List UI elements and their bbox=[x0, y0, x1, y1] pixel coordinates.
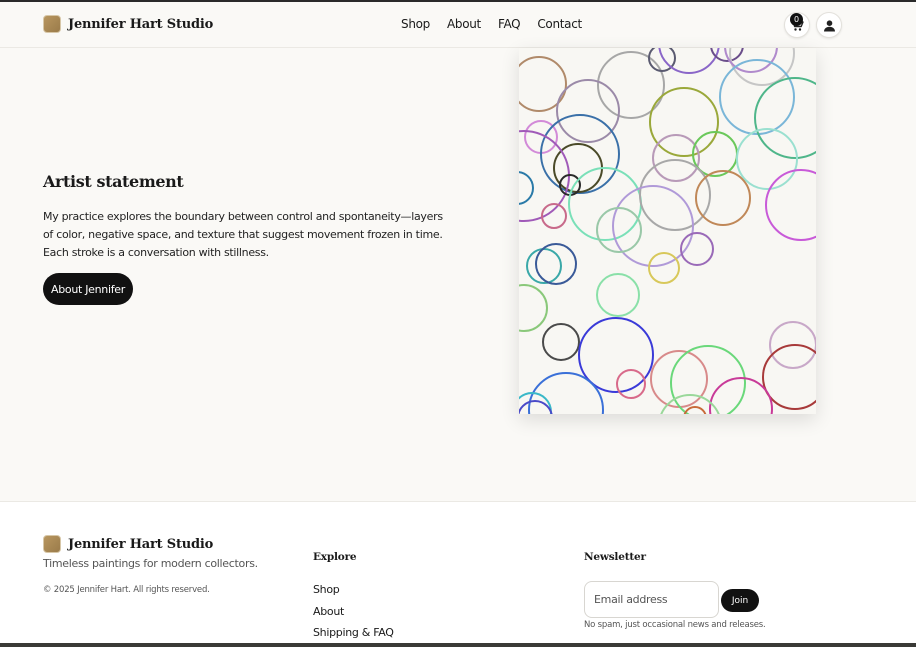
about-jennifer-button[interactable]: About Jennifer bbox=[43, 273, 133, 305]
footer-brand-name: Jennifer Hart Studio bbox=[68, 536, 214, 552]
footer-link-shop[interactable]: Shop bbox=[313, 583, 394, 605]
newsletter-heading: Newsletter bbox=[584, 551, 646, 563]
copyright-text: © 2025 Jennifer Hart. All rights reserve… bbox=[43, 585, 210, 595]
footer-link-about[interactable]: About bbox=[313, 605, 394, 627]
nav-faq[interactable]: FAQ bbox=[498, 17, 521, 31]
artwork-image bbox=[519, 48, 816, 414]
logo-icon bbox=[43, 535, 61, 553]
nav-about[interactable]: About bbox=[447, 17, 481, 31]
site-footer: Jennifer Hart Studio Timeless paintings … bbox=[0, 501, 916, 647]
nav-shop[interactable]: Shop bbox=[401, 17, 430, 31]
section-title: Artist statement bbox=[43, 172, 184, 191]
join-button[interactable]: Join bbox=[721, 589, 759, 612]
footer-tagline: Timeless paintings for modern collectors… bbox=[43, 557, 258, 570]
brand-name: Jennifer Hart Studio bbox=[68, 16, 214, 32]
bottom-strip bbox=[0, 643, 916, 647]
footer-brand[interactable]: Jennifer Hart Studio bbox=[43, 535, 213, 553]
account-button[interactable] bbox=[816, 12, 842, 38]
explore-heading: Explore bbox=[313, 551, 357, 563]
brand-link[interactable]: Jennifer Hart Studio bbox=[43, 15, 213, 33]
main-nav: Shop About FAQ Contact bbox=[401, 17, 599, 31]
logo-icon bbox=[43, 15, 61, 33]
cart-count-badge: 0 bbox=[790, 13, 803, 26]
circles-artwork bbox=[519, 48, 816, 414]
cart-button[interactable]: 0 bbox=[784, 12, 810, 38]
explore-links: Shop About Shipping & FAQ bbox=[313, 583, 394, 647]
newsletter-note: No spam, just occasional news and releas… bbox=[584, 620, 766, 630]
nav-contact[interactable]: Contact bbox=[537, 17, 582, 31]
statement-text: My practice explores the boundary betwee… bbox=[43, 210, 443, 259]
email-input[interactable] bbox=[584, 581, 719, 618]
user-icon bbox=[823, 19, 835, 31]
site-header: Jennifer Hart Studio Shop About FAQ Cont… bbox=[0, 2, 916, 48]
